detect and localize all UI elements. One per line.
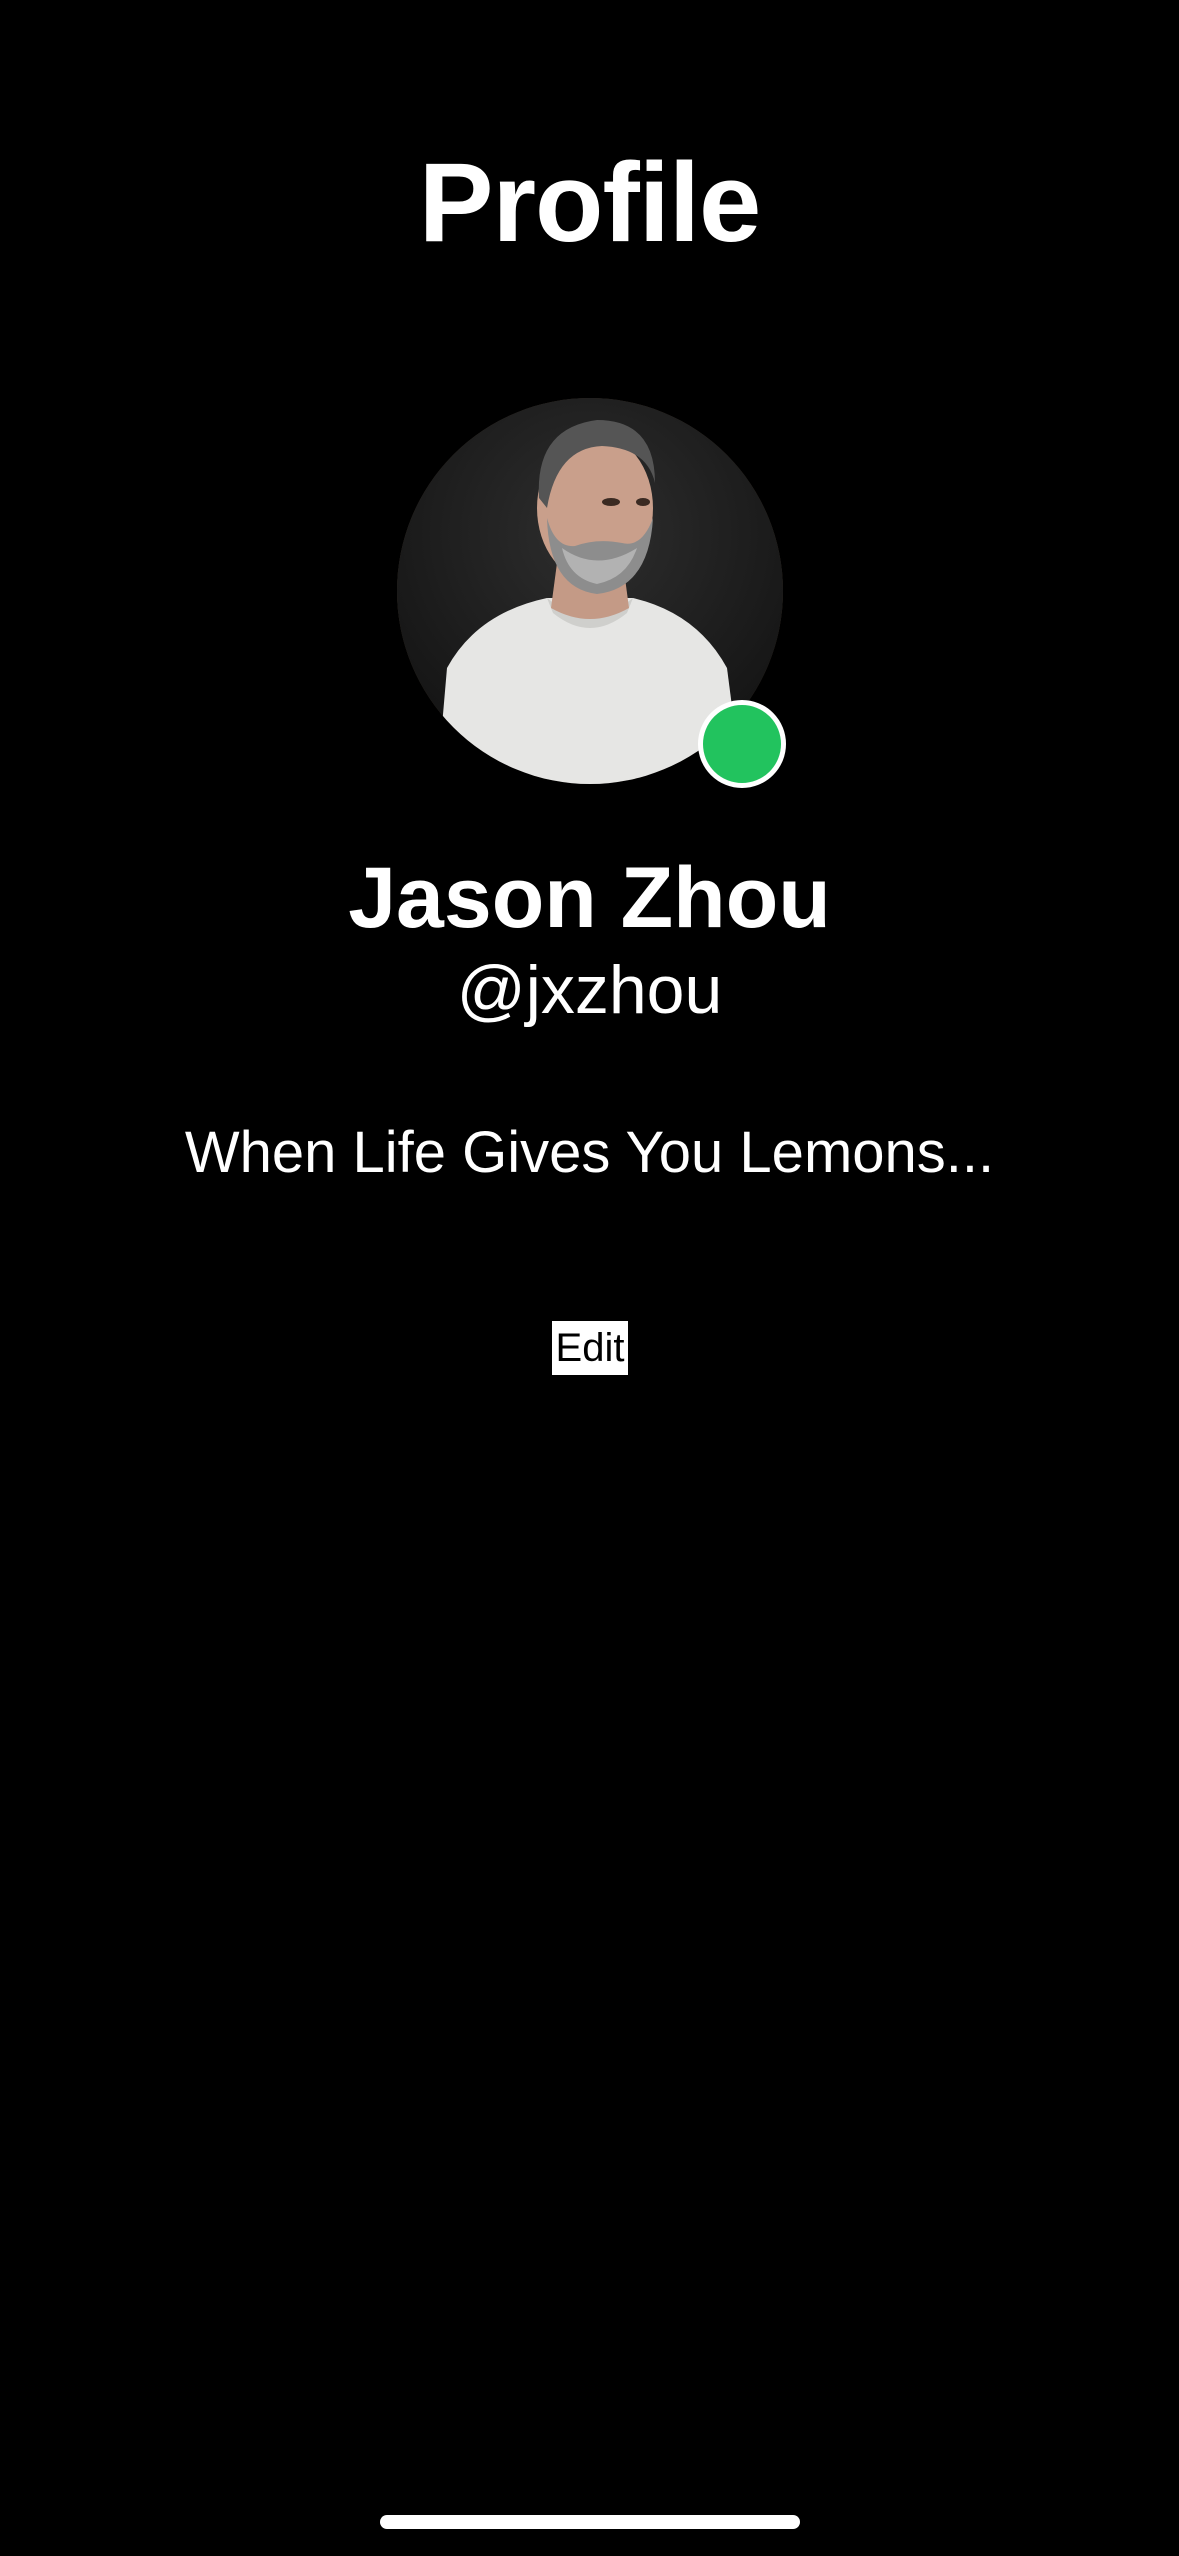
online-status-indicator: [698, 700, 786, 788]
profile-name: Jason Zhou: [348, 850, 831, 946]
page-title: Profile: [418, 140, 762, 265]
profile-handle: @jxzhou: [456, 952, 723, 1028]
edit-profile-button[interactable]: Edit: [552, 1321, 628, 1375]
profile-bio: When Life Gives You Lemons...: [184, 1120, 995, 1185]
avatar-container[interactable]: [397, 398, 786, 788]
home-indicator[interactable]: [380, 2515, 800, 2529]
